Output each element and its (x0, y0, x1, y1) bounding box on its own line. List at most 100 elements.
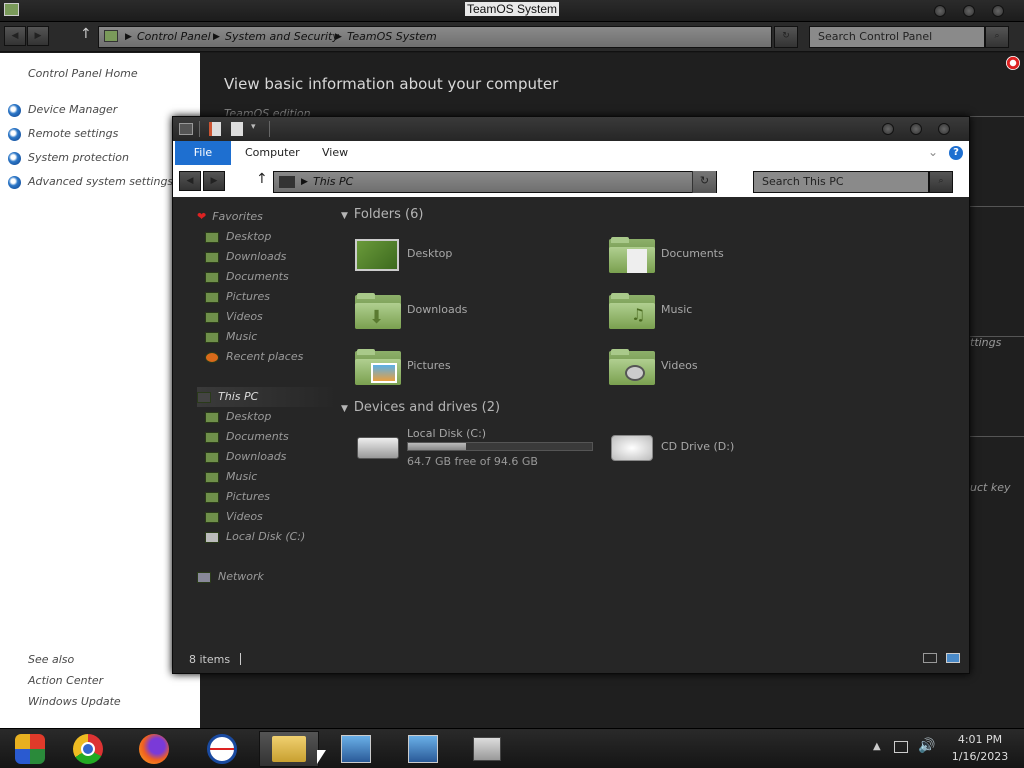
close-button[interactable] (938, 123, 950, 135)
folder-item[interactable]: ⬇ Downloads (355, 291, 585, 335)
close-button[interactable] (992, 5, 1004, 17)
documents-icon (205, 271, 219, 283)
folder-item[interactable]: Videos (609, 347, 839, 391)
clock[interactable]: 4:01 PM 1/16/2023 (940, 733, 1020, 763)
search-input[interactable]: Search Control Panel (809, 26, 985, 48)
chevron-down-icon[interactable]: ▾ (251, 122, 256, 132)
taskbar-app[interactable] (192, 731, 252, 767)
nav-item[interactable]: Desktop (205, 407, 337, 427)
tab-computer[interactable]: Computer (231, 141, 314, 165)
change-settings-link[interactable]: ttings (970, 336, 1001, 349)
control-panel-home-link[interactable]: Control Panel Home (28, 67, 138, 80)
taskbar-system[interactable] (326, 731, 386, 767)
address-bar[interactable]: ▶ Control Panel ▶ System and Security ▶ … (98, 26, 772, 48)
shield-icon (8, 128, 21, 141)
up-arrow-icon[interactable]: ↑ (80, 26, 92, 42)
folder-item[interactable]: Documents (609, 235, 839, 279)
nav-item[interactable]: Recent places (205, 347, 337, 367)
minimize-button[interactable] (934, 5, 946, 17)
back-button[interactable]: ◀ (4, 26, 26, 46)
control-panel-navbar: ◀ ▶ ↑ ▶ Control Panel ▶ System and Secur… (0, 22, 1024, 52)
taskbar-chrome[interactable] (58, 731, 118, 767)
nav-item[interactable]: Music (205, 467, 337, 487)
nav-item[interactable]: Downloads (205, 447, 337, 467)
nav-item[interactable]: Desktop (205, 227, 337, 247)
minimize-button[interactable] (882, 123, 894, 135)
forward-button[interactable]: ▶ (27, 26, 49, 46)
videos-folder-icon (609, 349, 655, 385)
folder-item[interactable]: Pictures (355, 347, 585, 391)
nav-item[interactable]: Music (205, 327, 337, 347)
clock-time: 4:01 PM (957, 733, 1003, 746)
system-protection-link[interactable]: System protection (28, 151, 129, 164)
nav-item[interactable]: Videos (205, 307, 337, 327)
search-icon[interactable]: ⌕ (985, 26, 1009, 48)
pictures-icon (205, 291, 219, 303)
windows-update-link[interactable]: Windows Update (28, 695, 121, 708)
tab-file[interactable]: File (175, 141, 231, 165)
product-key-link[interactable]: uct key (970, 481, 1010, 494)
address-bar[interactable]: ▶ This PC ↻ (273, 171, 717, 193)
nav-favorites[interactable]: ❤ Favorites (197, 207, 337, 227)
taskbar-firefox[interactable] (124, 731, 184, 767)
pictures-icon (205, 491, 219, 503)
breadcrumb-item[interactable]: Control Panel (137, 27, 211, 47)
downloads-icon (205, 251, 219, 263)
control-panel-titlebar: TeamOS System (0, 0, 1024, 22)
divider (199, 121, 200, 137)
properties-icon[interactable] (209, 122, 221, 136)
app-logo-icon (207, 734, 237, 764)
divider (269, 121, 270, 137)
nav-this-pc[interactable]: This PC (197, 387, 337, 407)
nav-item[interactable]: Documents (205, 427, 337, 447)
taskbar-store[interactable] (457, 731, 517, 767)
network-icon[interactable] (894, 741, 908, 753)
up-arrow-icon[interactable]: ↑ (256, 171, 268, 187)
drive-item[interactable]: Local Disk (C:) 64.7 GB free of 94.6 GB (355, 425, 595, 471)
nav-item[interactable]: Videos (205, 507, 337, 527)
details-view-icon[interactable] (923, 653, 937, 663)
taskbar-system-2[interactable] (393, 731, 453, 767)
refresh-icon[interactable]: ↻ (774, 26, 798, 48)
remote-settings-link[interactable]: Remote settings (28, 127, 118, 140)
breadcrumb-item[interactable]: TeamOS System (347, 27, 437, 47)
help-icon[interactable]: ? (949, 146, 963, 160)
nav-item[interactable]: Pictures (205, 487, 337, 507)
search-icon[interactable]: ⌕ (929, 171, 953, 193)
maximize-button[interactable] (963, 5, 975, 17)
search-input[interactable]: Search This PC (753, 171, 929, 193)
drives-group-header[interactable]: ▼ Devices and drives (2) (341, 400, 500, 415)
nav-item[interactable]: Documents (205, 267, 337, 287)
refresh-icon[interactable]: ↻ (692, 171, 716, 193)
folders-group-header[interactable]: ▼ Folders (6) (341, 207, 423, 222)
folder-item[interactable]: ♫ Music (609, 291, 839, 335)
taskbar-file-explorer[interactable] (259, 731, 319, 767)
nav-item[interactable]: Local Disk (C:) (205, 527, 337, 547)
nav-network[interactable]: Network (197, 567, 337, 587)
drive-item[interactable]: CD Drive (D:) (609, 425, 809, 471)
explorer-body: ❤ Favorites Desktop Downloads Documents P… (173, 197, 969, 645)
new-folder-icon[interactable] (231, 122, 243, 136)
show-hidden-icons-chevron[interactable]: ▲ (873, 741, 881, 752)
explorer-titlebar: ▾ (173, 117, 969, 141)
nav-item[interactable]: Pictures (205, 287, 337, 307)
computer-icon (104, 30, 118, 42)
help-lifebuoy-icon[interactable] (1006, 56, 1020, 70)
maximize-button[interactable] (910, 123, 922, 135)
start-button[interactable] (0, 731, 60, 767)
tab-view[interactable]: View (308, 141, 362, 165)
page-title: View basic information about your comput… (224, 75, 559, 93)
action-center-link[interactable]: Action Center (28, 674, 103, 687)
folder-item[interactable]: Desktop (355, 235, 585, 279)
breadcrumb-item[interactable]: System and Security (225, 27, 339, 47)
advanced-system-settings-link[interactable]: Advanced system settings (28, 175, 173, 188)
volume-icon[interactable]: 🔊 (918, 738, 935, 754)
large-icons-view-icon[interactable] (946, 653, 960, 663)
chevron-down-icon[interactable]: ⌄ (928, 145, 938, 159)
shield-icon (8, 152, 21, 165)
forward-button[interactable]: ▶ (203, 171, 225, 191)
device-manager-link[interactable]: Device Manager (28, 103, 117, 116)
documents-icon (205, 431, 219, 443)
nav-item[interactable]: Downloads (205, 247, 337, 267)
back-button[interactable]: ◀ (179, 171, 201, 191)
